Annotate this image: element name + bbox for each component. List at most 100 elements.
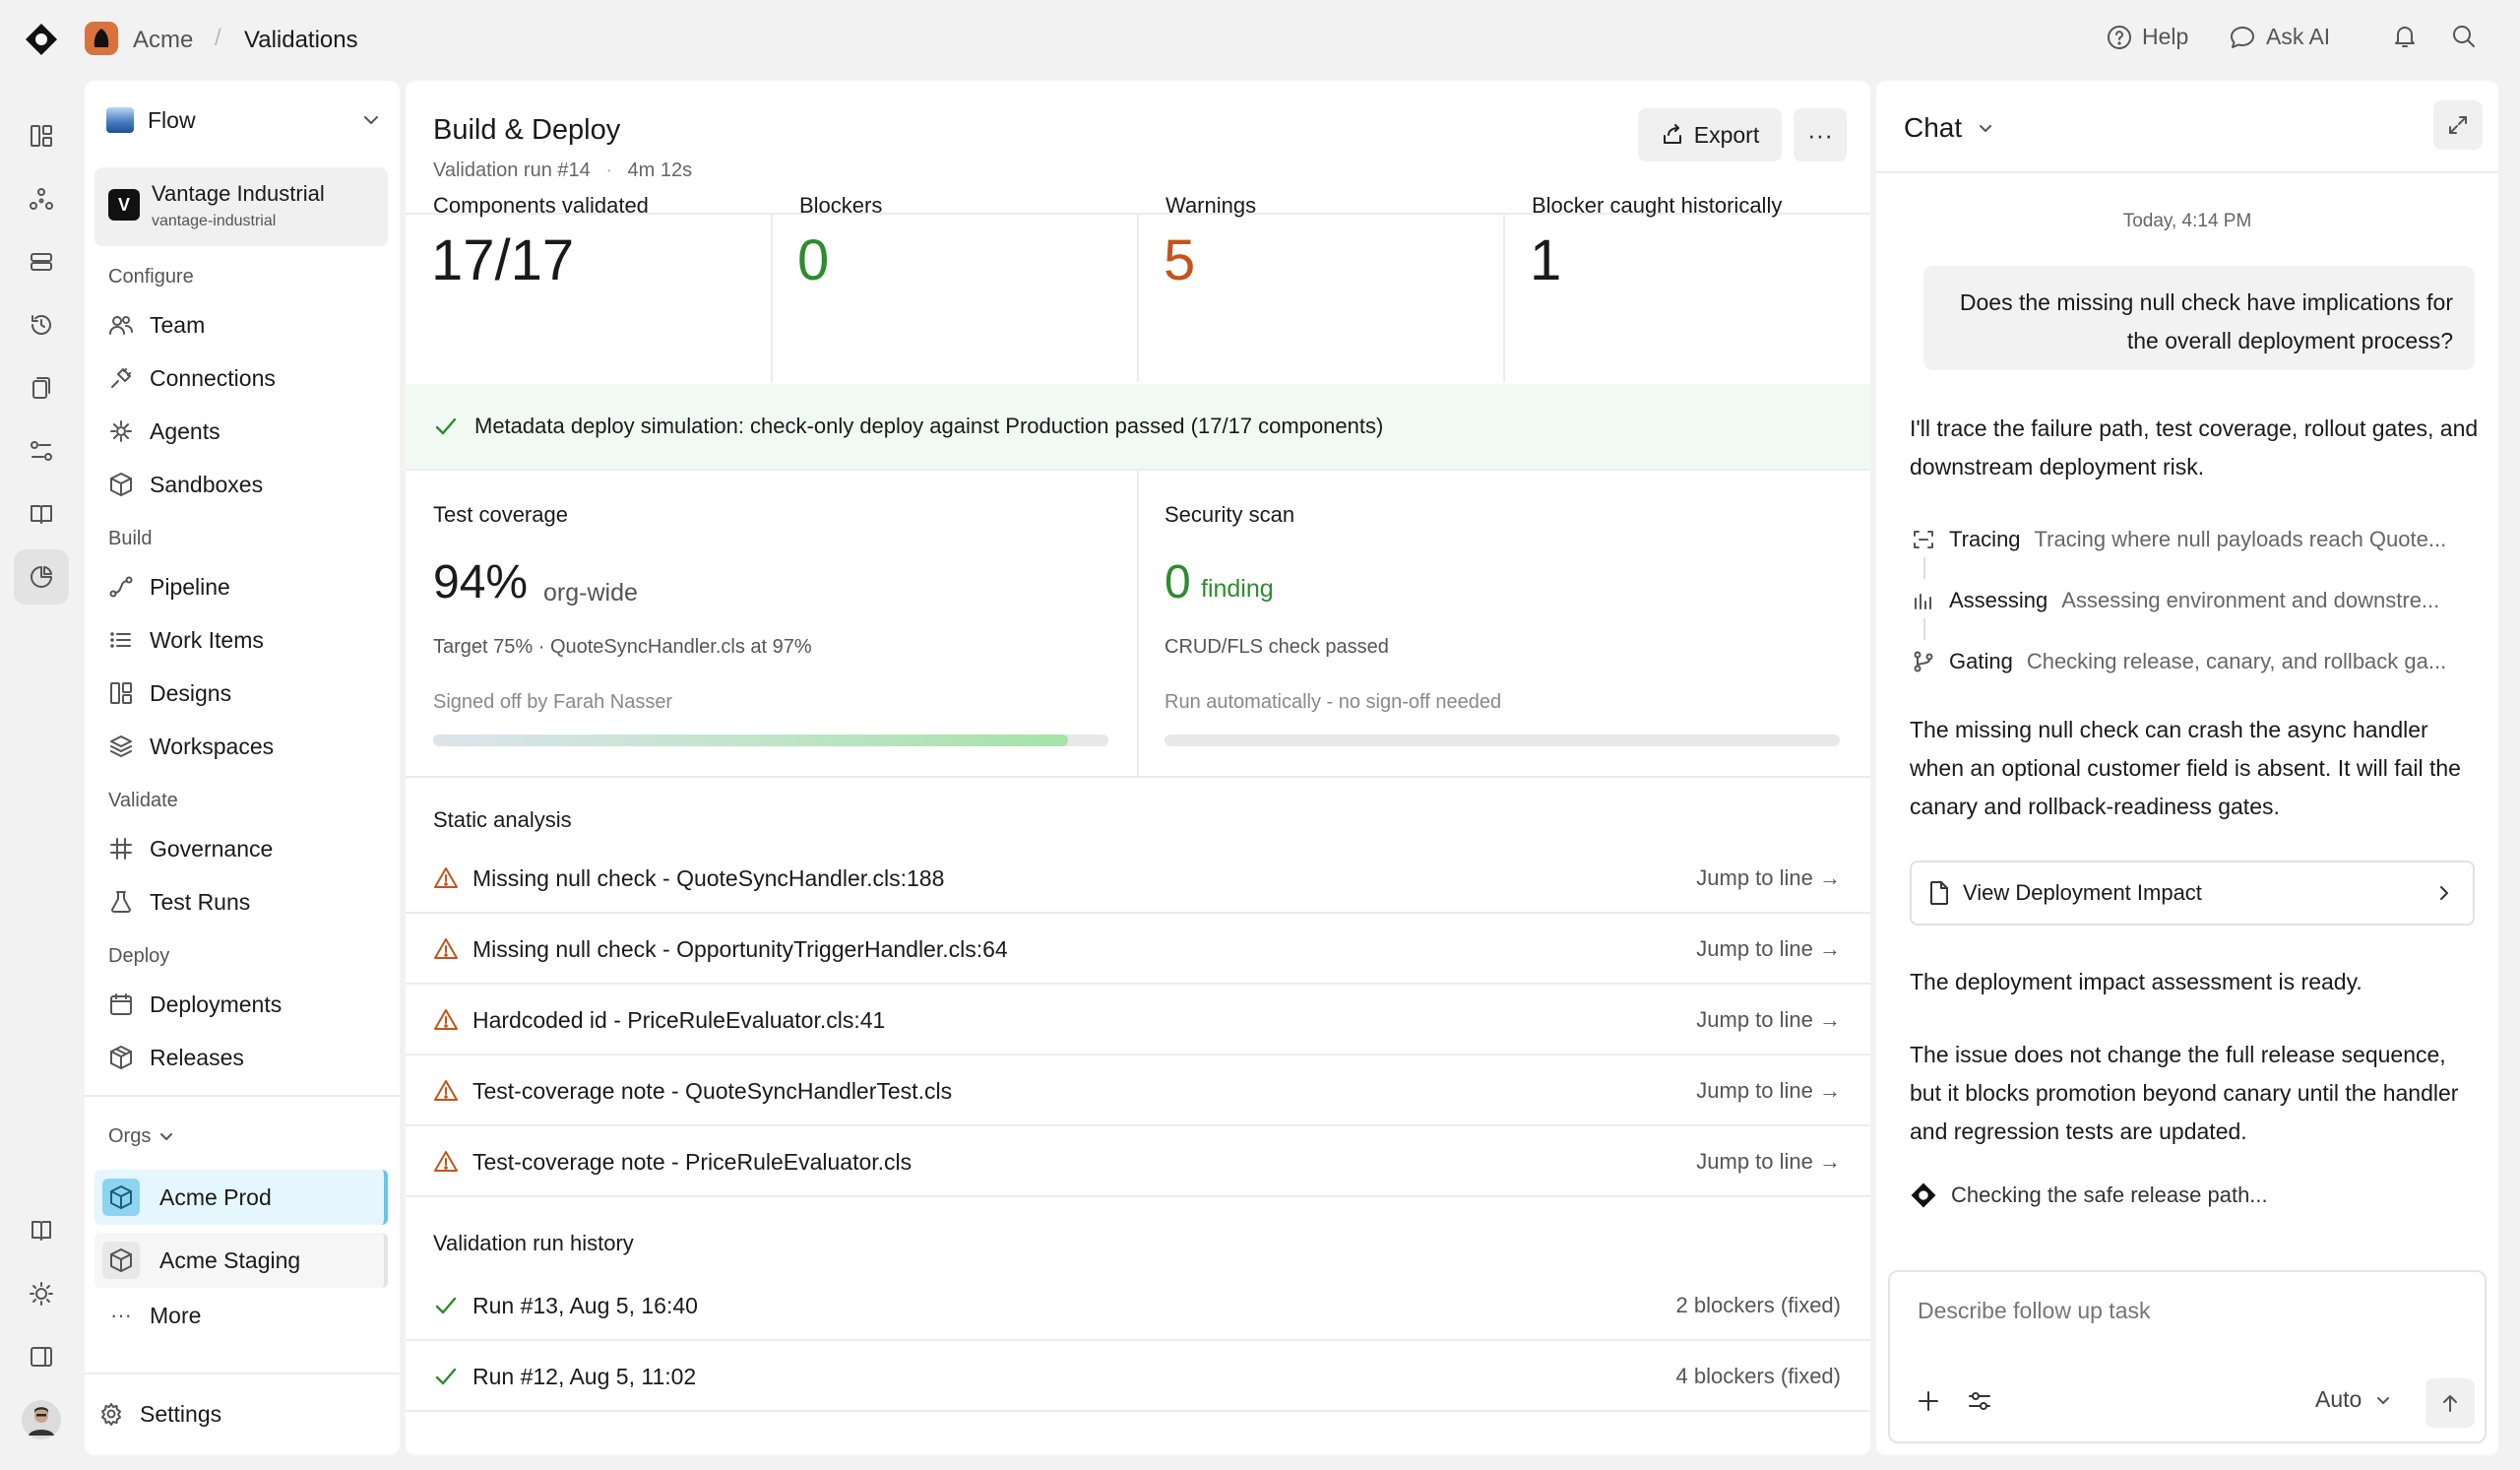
org-item-acme-staging[interactable]: Acme Staging: [94, 1233, 388, 1288]
rail-flows-button[interactable]: [14, 423, 69, 479]
divider: [1137, 471, 1139, 776]
jump-to-line-link[interactable]: Jump to line →: [1696, 936, 1841, 962]
step-name: Tracing: [1949, 527, 2021, 551]
users-icon: [109, 316, 133, 335]
sidebar-item-test-runs[interactable]: Test Runs: [108, 882, 384, 922]
assistant-answer: The missing null check can crash the asy…: [1910, 717, 2461, 819]
sidebar-item-more[interactable]: ··· More: [108, 1296, 384, 1335]
sidebar-item-connections[interactable]: Connections: [108, 358, 384, 398]
sidebar-item-releases[interactable]: Releases: [108, 1038, 384, 1077]
send-button[interactable]: [2426, 1378, 2475, 1428]
reasoning-step[interactable]: Assessing Assessing environment and downs…: [1910, 581, 2481, 620]
sidebar-item-workspaces[interactable]: Workspaces: [108, 727, 384, 766]
sidebar-item-governance[interactable]: Governance: [108, 829, 384, 868]
sidebar-divider: [85, 1095, 400, 1097]
rail-storage-button[interactable]: [14, 234, 69, 289]
flows-icon: [31, 441, 52, 461]
plug-icon: [111, 368, 131, 388]
coverage-value: 94%: [433, 556, 529, 608]
workspace-card[interactable]: V Vantage Industrial vantage-industrial: [94, 167, 388, 246]
jump-to-line-link[interactable]: Jump to line →: [1696, 1007, 1841, 1033]
org-logo-icon[interactable]: [85, 22, 118, 55]
jump-to-line-link[interactable]: Jump to line →: [1696, 1149, 1841, 1175]
more-dots-icon: ···: [110, 1303, 132, 1327]
history-run: Run #13, Aug 5, 16:40: [472, 1292, 698, 1318]
jump-to-line-link[interactable]: Jump to line →: [1696, 1078, 1841, 1104]
ask-ai-label: Ask AI: [2266, 24, 2331, 49]
flow-icon: [106, 107, 134, 133]
rail-theme-button[interactable]: [14, 1266, 69, 1321]
sidebar-item-label: Test Runs: [150, 888, 251, 915]
jump-to-line-link[interactable]: Jump to line →: [1696, 865, 1841, 891]
sidebar-item-label: Governance: [150, 835, 274, 862]
search-button[interactable]: [2451, 24, 2477, 49]
history-row[interactable]: Run #12, Aug 5, 11:02 4 blockers (fixed): [406, 1343, 1870, 1412]
help-label: Help: [2142, 24, 2189, 49]
sidebar-item-label: Workspaces: [150, 733, 275, 759]
sidebar-item-settings[interactable]: Settings: [98, 1394, 374, 1434]
expand-button[interactable]: [2433, 100, 2483, 150]
ask-ai-button[interactable]: Ask AI: [2229, 24, 2330, 50]
chat-timestamp: Today, 4:14 PM: [2122, 211, 2252, 231]
step-connector: [1923, 618, 1925, 640]
sidebar-item-work-items[interactable]: Work Items: [108, 620, 384, 660]
finding-text: Test-coverage note - QuoteSyncHandlerTes…: [472, 1077, 953, 1104]
sidebar-item-deployments[interactable]: Deployments: [108, 985, 384, 1024]
top-bar: Acme / Validations Help Ask AI: [0, 0, 2520, 79]
reasoning-step[interactable]: Gating Checking release, canary, and roll…: [1910, 642, 2481, 681]
history-row[interactable]: Run #13, Aug 5, 16:40 2 blockers (fixed): [406, 1272, 1870, 1341]
coverage-title: Test coverage: [433, 502, 568, 527]
dashboard-icon: [31, 125, 52, 147]
finding-text: Missing null check - QuoteSyncHandler.cl…: [472, 864, 945, 891]
rail-analytics-button[interactable]: [14, 549, 69, 605]
chat-bubble-icon: [2231, 26, 2254, 48]
sidebar-item-designs[interactable]: Designs: [108, 673, 384, 713]
bell-icon: [2395, 27, 2415, 47]
sidebar-item-label: Sandboxes: [150, 471, 264, 497]
layers-icon: [110, 735, 132, 757]
assistant-intro: I'll trace the failure path, test covera…: [1910, 415, 2479, 479]
chat-title-dropdown[interactable]: Chat: [1904, 112, 1995, 144]
workspace-name: Vantage Industrial: [152, 181, 325, 206]
rail-panel-button[interactable]: [14, 1329, 69, 1384]
follow-up-input[interactable]: [1918, 1298, 2449, 1324]
orgs-toggle[interactable]: Orgs: [108, 1117, 384, 1156]
org-item-acme-prod[interactable]: Acme Prod: [94, 1170, 388, 1225]
user-avatar[interactable]: [14, 1392, 69, 1447]
history-result: 4 blockers (fixed): [1675, 1364, 1841, 1388]
sidebar-item-label: Work Items: [150, 626, 264, 653]
breadcrumb-org[interactable]: Acme: [133, 27, 193, 54]
rail-dashboard-button[interactable]: [14, 108, 69, 163]
static-analysis-title: Static analysis: [433, 807, 572, 832]
notifications-button[interactable]: [2392, 24, 2418, 49]
rail-guide-button[interactable]: [14, 1203, 69, 1258]
add-button[interactable]: [1916, 1388, 1941, 1414]
search-icon: [2453, 26, 2475, 47]
sidebar-item-label: Connections: [150, 364, 276, 391]
security-title: Security scan: [1165, 502, 1295, 527]
agent-icon: [110, 420, 132, 442]
divider: [1503, 215, 1505, 382]
pie-chart-icon: [31, 566, 52, 588]
sidebar-item-pipeline[interactable]: Pipeline: [108, 567, 384, 607]
help-button[interactable]: Help: [2107, 24, 2188, 50]
rail-graph-button[interactable]: [14, 171, 69, 226]
rail-docs-button[interactable]: [14, 360, 69, 415]
sidebar-item-team[interactable]: Team: [108, 305, 384, 345]
settings-sliders-button[interactable]: [1967, 1388, 1992, 1414]
step-description: Assessing environment and downstre...: [2061, 588, 2440, 612]
flow-selector[interactable]: Flow: [106, 100, 382, 140]
list-icon: [110, 632, 131, 648]
deployment-impact-card[interactable]: View Deployment Impact: [1910, 861, 2475, 926]
reasoning-step[interactable]: Tracing Tracing where null payloads reach…: [1910, 520, 2481, 559]
sidebar-item-agents[interactable]: Agents: [108, 412, 384, 451]
mode-select[interactable]: Auto: [2315, 1386, 2393, 1413]
rail-library-button[interactable]: [14, 486, 69, 542]
assistant-summary: The issue does not change the full relea…: [1910, 1042, 2459, 1144]
app-logo-icon[interactable]: [24, 22, 59, 57]
sidebar: Flow V Vantage Industrial vantage-indust…: [85, 81, 400, 1455]
sidebar-item-sandboxes[interactable]: Sandboxes: [108, 465, 384, 504]
sidebar-item-label: Settings: [140, 1400, 222, 1427]
rail-history-button[interactable]: [14, 297, 69, 352]
step-name: Gating: [1949, 649, 2013, 673]
